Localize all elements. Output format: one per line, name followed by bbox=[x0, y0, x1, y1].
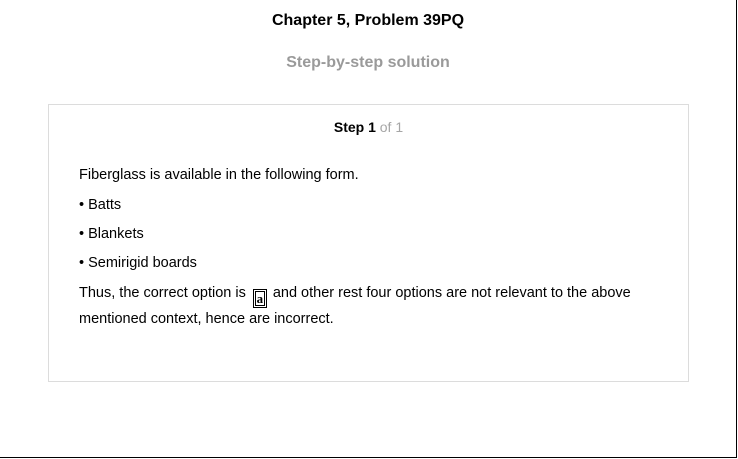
conclusion-line-2: mentioned context, hence are incorrect. bbox=[79, 311, 334, 327]
step-label: Step 1 bbox=[333, 119, 376, 135]
solution-intro: Fiberglass is available in the following… bbox=[79, 167, 359, 183]
list-item: • Semirigid boards bbox=[79, 255, 197, 271]
conclusion-line: Thus, the correct option is a and other re… bbox=[79, 285, 631, 308]
conclusion-text-before: Thus, the correct option is bbox=[79, 285, 246, 301]
solution-card: Step 1 of 1 Fiberglass is available in t… bbox=[48, 104, 689, 382]
step-count: of 1 bbox=[379, 119, 404, 135]
list-item: • Batts bbox=[79, 197, 122, 213]
answer-box: a bbox=[252, 289, 267, 308]
page-title: Chapter 5, Problem 39PQ bbox=[271, 12, 465, 29]
page-subtitle: Step-by-step solution bbox=[286, 54, 450, 71]
list-item: • Blankets bbox=[79, 226, 144, 242]
step-header: Step 1 of 1 bbox=[49, 119, 688, 135]
conclusion-text-after: and other rest four options are not rele… bbox=[272, 285, 631, 301]
